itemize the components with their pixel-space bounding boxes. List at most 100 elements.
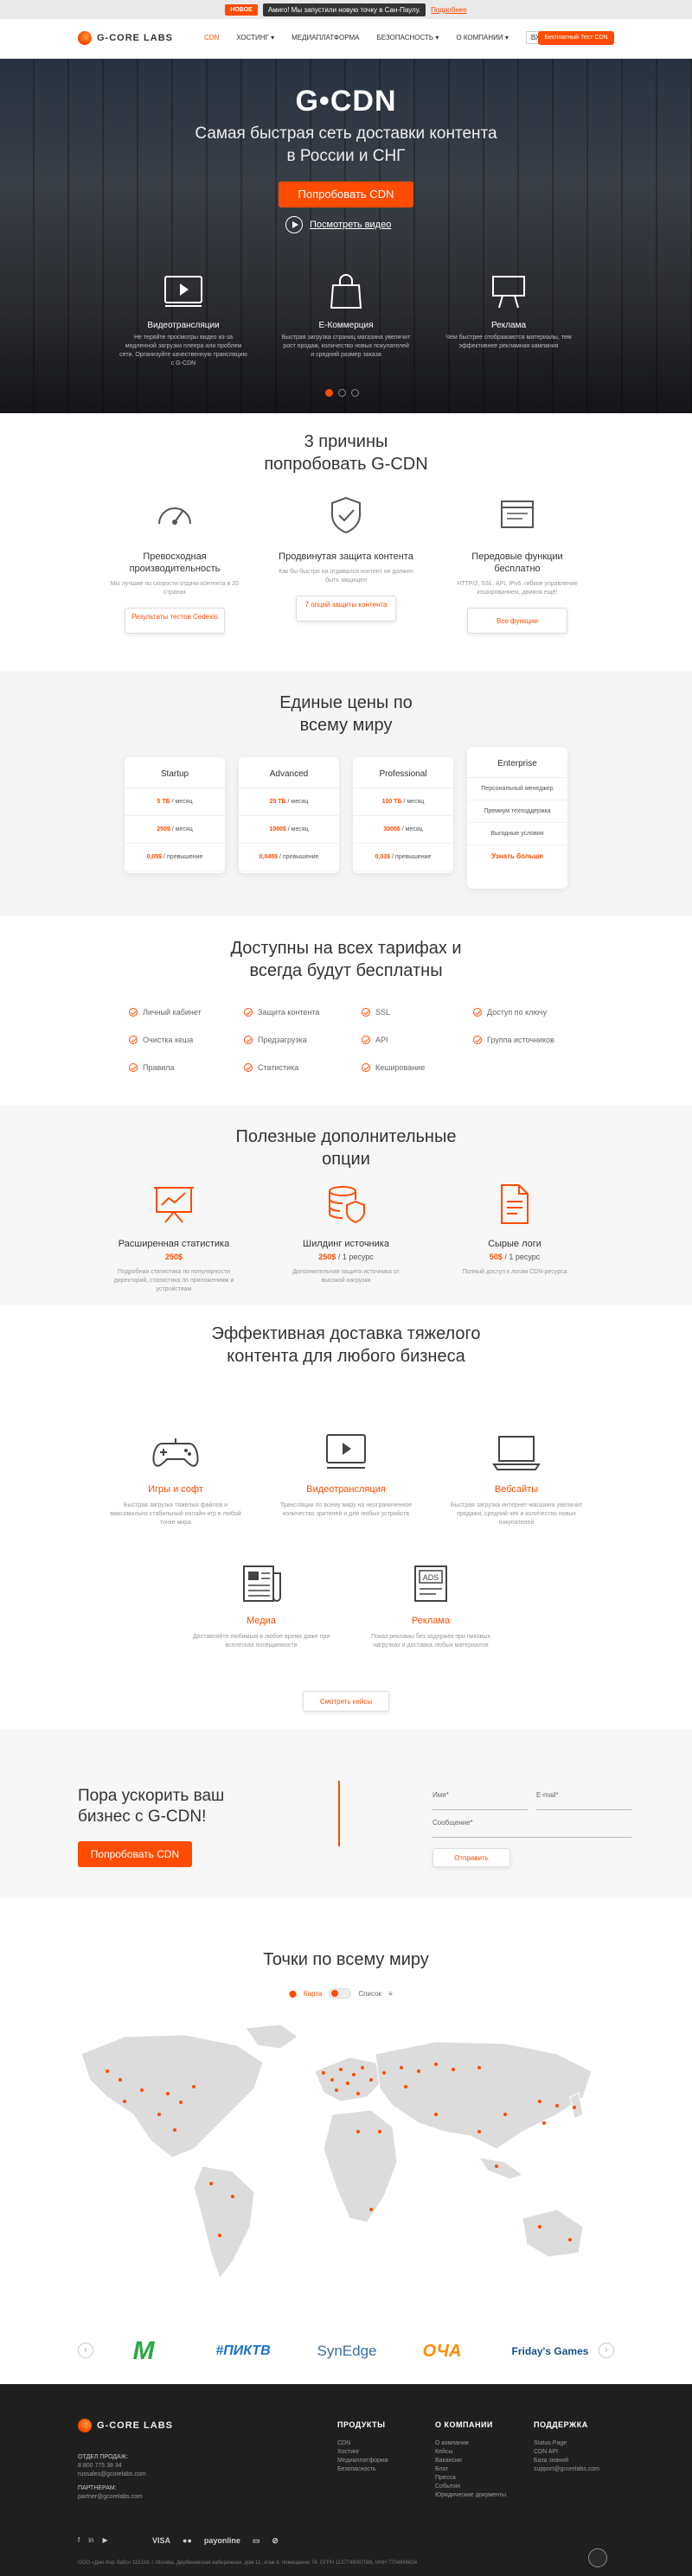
- view-cases-button[interactable]: Смотреть кейсы: [303, 1691, 389, 1712]
- partner-logo-fridays-games[interactable]: Friday's Games: [507, 2337, 593, 2365]
- hero: G•CDN Самая быстрая сеть доставки контен…: [0, 59, 692, 413]
- check-circle-icon: [473, 1036, 482, 1044]
- plan-card-enterprise[interactable]: Enterprise Персональный менеджер Премиум…: [467, 747, 567, 889]
- nav-security[interactable]: БЕЗОПАСНОСТЬ ▾: [376, 34, 439, 44]
- nav-media-platform[interactable]: МЕДИАПЛАТФОРМА: [292, 34, 359, 44]
- footer-logo[interactable]: G-CORE LABS: [78, 2419, 173, 2433]
- plan-card-startup[interactable]: Startup 5 ТБ / месяц 250$ / месяц 0,05$ …: [125, 757, 225, 873]
- cta-try-button[interactable]: Попробовать CDN: [78, 1841, 192, 1867]
- continents: [80, 2024, 593, 2280]
- delivery-websites: Вебсайты Быстрая загрузка интернет-магаз…: [447, 1431, 586, 1527]
- name-field[interactable]: Имя*: [432, 1791, 528, 1810]
- logo[interactable]: G-CORE LABS: [78, 31, 173, 45]
- footer-link[interactable]: Блог: [435, 2465, 506, 2474]
- free-feature-item: Правила: [129, 1063, 175, 1072]
- nav-hosting[interactable]: ХОСТИНГ ▾: [236, 34, 274, 44]
- cedexis-results-button[interactable]: Результаты тестов Cedexis: [125, 608, 225, 634]
- footer-company: О КОМПАНИИ О компании Кейсы Вакансии Бло…: [435, 2420, 507, 2500]
- announcement-message: Амиго! Мы запустили новую точку в Сан-Па…: [262, 3, 426, 16]
- presentation-chart-icon: [154, 1187, 194, 1223]
- check-circle-icon: [244, 1063, 253, 1072]
- svg-text:ADS: ADS: [423, 1573, 439, 1582]
- free-feature-item: Личный кабинет: [129, 1008, 202, 1017]
- protection-options-button[interactable]: 7 опций защиты контента: [296, 596, 396, 622]
- footer-link[interactable]: Пресса: [435, 2474, 506, 2483]
- partner-logo-synedge[interactable]: SynEdge: [308, 2337, 386, 2365]
- footer-link[interactable]: Status Page: [534, 2439, 599, 2448]
- toggle-list-label[interactable]: Список: [358, 1990, 381, 1998]
- send-button[interactable]: Отправить: [432, 1848, 510, 1867]
- all-features-button[interactable]: Все функции: [467, 608, 567, 634]
- cta-section: Пора ускорить ваш бизнес с G-CDN! Попробо…: [0, 1729, 692, 1898]
- nav-company[interactable]: О КОМПАНИИ ▾: [456, 34, 509, 44]
- laptop-icon: [492, 1436, 541, 1470]
- email-field[interactable]: E-mail*: [536, 1791, 631, 1810]
- footer-link[interactable]: support@gcorelabs.com: [534, 2465, 599, 2474]
- footer-link[interactable]: CDN API: [534, 2448, 599, 2457]
- delivery-media: Медиа Доставляйте любимым в любое время …: [192, 1563, 330, 1650]
- speedometer-icon: [158, 507, 191, 525]
- toggle-map-label[interactable]: Карта: [304, 1990, 322, 1998]
- hero-feature-ads: Реклама Чем быстрее отображаются материа…: [444, 273, 573, 351]
- footer-link[interactable]: Безопасность: [337, 2465, 388, 2474]
- wallet-icon: ⊘: [272, 2536, 279, 2545]
- footer-link[interactable]: Хостинг: [337, 2448, 388, 2457]
- sales-contacts: ОТДЕЛ ПРОДАЖ: 8 800 775 38 34 russales@g…: [78, 2454, 146, 2502]
- browser-window-icon: [501, 501, 534, 528]
- free-feature-item: Защита контента: [244, 1008, 319, 1017]
- sales-email[interactable]: russales@gcorelabs.com: [78, 2471, 146, 2479]
- delivery-video: Видеотрансляция Трансляции по всему миру…: [277, 1431, 415, 1519]
- footer-link[interactable]: О компании: [435, 2439, 506, 2448]
- carousel-next-button[interactable]: ›: [599, 2343, 614, 2358]
- footer-link[interactable]: Вакансии: [435, 2457, 506, 2465]
- video-player-icon: [326, 1434, 366, 1469]
- footer-link[interactable]: Медиаплатформа: [337, 2457, 388, 2465]
- announcement-link[interactable]: Подробнее: [431, 6, 467, 14]
- slider-dot[interactable]: [338, 389, 346, 397]
- view-switch[interactable]: [329, 1988, 352, 1999]
- partner-logo-piktv[interactable]: #ПИКТВ: [204, 2337, 282, 2365]
- footer-link[interactable]: База знаний: [534, 2457, 599, 2465]
- free-test-button[interactable]: Бесплатный Тест CDN: [538, 31, 614, 45]
- sales-phone[interactable]: 8 800 775 38 34: [78, 2462, 146, 2471]
- reason-protection: Продвинутая защита контента Как бы быстр…: [277, 494, 415, 622]
- free-feature-item: Группа источников: [473, 1036, 554, 1044]
- watch-video-link[interactable]: Посмотреть видео: [285, 216, 391, 233]
- plan-card-professional[interactable]: Professional 100 ТБ / месяц 3000$ / меся…: [353, 757, 453, 873]
- copyright: ООО «Джи-Кор Лабс» 115114, г. Москва, Де…: [78, 2560, 418, 2566]
- enterprise-learn-more-link[interactable]: Узнать больше: [467, 845, 567, 860]
- hero-subtitle: Самая быстрая сеть доставки контента в Ро…: [195, 124, 497, 165]
- hero-title: G•CDN: [295, 85, 397, 118]
- footer-link[interactable]: Кейсы: [435, 2448, 506, 2457]
- carousel-prev-button[interactable]: ‹: [78, 2343, 93, 2358]
- slider-dot[interactable]: [325, 389, 333, 397]
- prices-section: Единые цены по всему миру Startup 5 ТБ / …: [0, 671, 692, 916]
- footer-products: ПРОДУКТЫ CDN Хостинг Медиаплатформа Безо…: [337, 2420, 388, 2474]
- check-circle-icon: [129, 1008, 138, 1017]
- nav-cdn[interactable]: CDN: [204, 34, 219, 44]
- hero-try-button[interactable]: Попробовать CDN: [279, 182, 413, 207]
- partners-email[interactable]: partner@gcorelabs.com: [78, 2493, 146, 2502]
- footer-link[interactable]: События: [435, 2483, 506, 2491]
- partner-logo-ocha[interactable]: ОЧА: [412, 2337, 472, 2365]
- facebook-icon[interactable]: f: [78, 2536, 80, 2544]
- payonline-logo: payonline: [203, 2536, 240, 2545]
- slider-dot[interactable]: [351, 389, 359, 397]
- plan-card-advanced[interactable]: Advanced 25 ТБ / месяц 1000$ / месяц 0,0…: [239, 757, 339, 873]
- slider-dots: [325, 389, 359, 397]
- youtube-icon[interactable]: ▶: [102, 2536, 107, 2544]
- delivery-title: Эффективная доставка тяжелого контента дл…: [211, 1324, 481, 1366]
- footer-link[interactable]: Юридические документы: [435, 2491, 506, 2500]
- partner-logo-m[interactable]: M: [118, 2337, 170, 2365]
- partner-logos: ‹ M #ПИКТВ SynEdge ОЧА Friday's Games ›: [0, 2318, 692, 2384]
- footer-support: ПОДДЕРЖКА Status Page CDN API База знани…: [534, 2420, 599, 2474]
- free-features-title: Доступны на всех тарифах и всегда будут б…: [230, 939, 462, 980]
- reason-features: Передовые функции бесплатно HTTP/2, SSL,…: [448, 494, 586, 634]
- message-field[interactable]: Сообщение*: [432, 1819, 631, 1838]
- cta-headline: Пора ускорить ваш бизнес с G-CDN!: [78, 1787, 225, 1826]
- linkedin-icon[interactable]: in: [88, 2536, 93, 2544]
- check-circle-icon: [362, 1008, 370, 1017]
- footer-link[interactable]: CDN: [337, 2439, 388, 2448]
- payment-methods: VISA ●● payonline ▭ ⊘: [152, 2536, 279, 2546]
- hero-feature-video: Видеотрансляции Не теряйте просмотры вид…: [119, 273, 248, 368]
